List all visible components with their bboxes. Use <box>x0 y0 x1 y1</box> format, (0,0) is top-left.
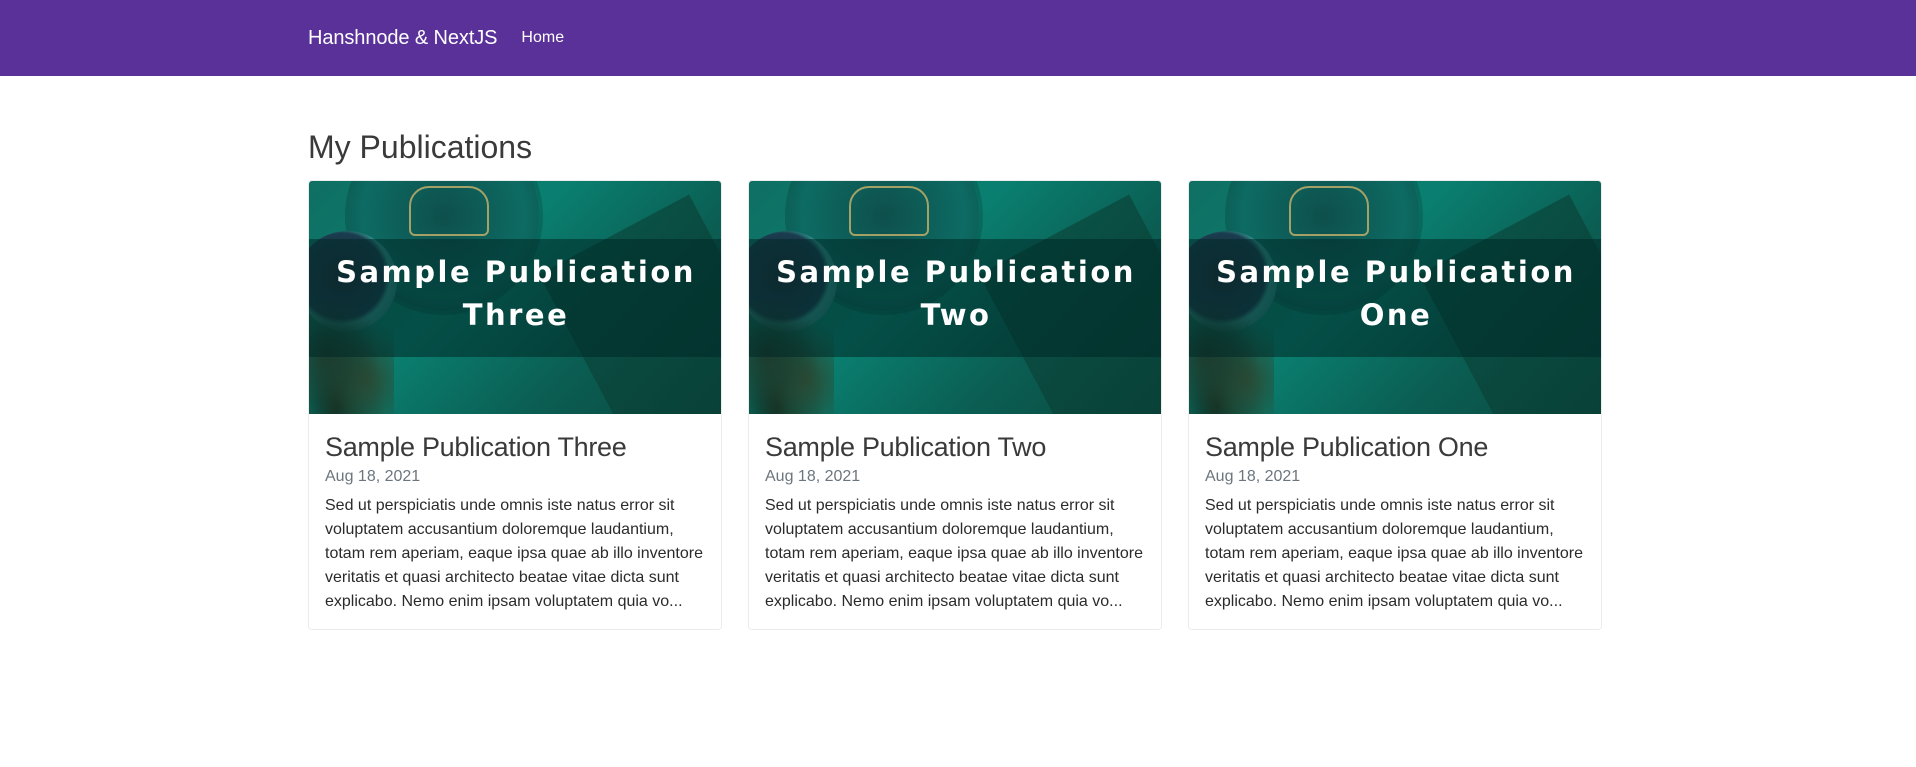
publication-title[interactable]: Sample Publication One <box>1205 430 1585 464</box>
publication-title[interactable]: Sample Publication Three <box>325 430 705 464</box>
page-title: My Publications <box>308 129 533 165</box>
publication-excerpt: Sed ut perspiciatis unde omnis iste natu… <box>325 497 703 610</box>
publication-card[interactable]: Sample Publication Three Sample Publicat… <box>308 180 722 630</box>
publication-cover-image[interactable]: Sample Publication Two <box>749 181 1161 414</box>
cover-title: Sample Publication Three <box>336 255 696 332</box>
cover-decor-clips <box>849 186 929 236</box>
publication-date: Aug 18, 2021 <box>1205 468 1301 485</box>
nav-link-home[interactable]: Home <box>521 29 564 47</box>
card-body: Sample Publication Three Aug 18, 2021 Se… <box>309 414 721 614</box>
publication-cover-image[interactable]: Sample Publication Three <box>309 181 721 414</box>
publication-date: Aug 18, 2021 <box>325 468 421 485</box>
navbar: Hanshnode & NextJS Home <box>0 0 1916 76</box>
card-body: Sample Publication Two Aug 18, 2021 Sed … <box>749 414 1161 614</box>
publication-date: Aug 18, 2021 <box>765 468 861 485</box>
cover-title: Sample Publication Two <box>776 255 1136 332</box>
cover-title: Sample Publication One <box>1216 255 1576 332</box>
publication-title[interactable]: Sample Publication Two <box>765 430 1145 464</box>
cover-decor-clips <box>409 186 489 236</box>
cover-decor-clips <box>1289 186 1369 236</box>
navbar-inner: Hanshnode & NextJS Home <box>308 27 564 50</box>
card-body: Sample Publication One Aug 18, 2021 Sed … <box>1189 414 1601 614</box>
publication-card[interactable]: Sample Publication One Sample Publicatio… <box>1188 180 1602 630</box>
publication-card[interactable]: Sample Publication Two Sample Publicatio… <box>748 180 1162 630</box>
publication-excerpt: Sed ut perspiciatis unde omnis iste natu… <box>765 497 1143 610</box>
publication-excerpt: Sed ut perspiciatis unde omnis iste natu… <box>1205 497 1583 610</box>
main-content: My Publications Sample Publication Three… <box>308 76 1604 630</box>
publication-list: Sample Publication Three Sample Publicat… <box>308 180 1604 630</box>
publication-cover-image[interactable]: Sample Publication One <box>1189 181 1601 414</box>
brand-link[interactable]: Hanshnode & NextJS <box>308 27 498 50</box>
